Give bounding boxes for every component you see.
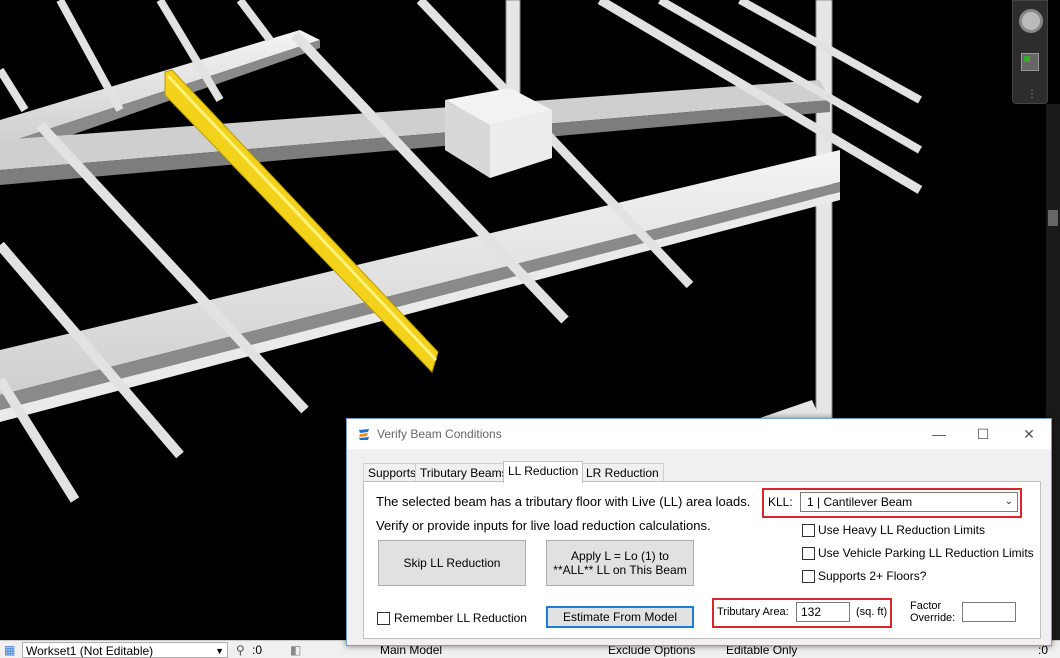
more-options-icon[interactable]: ⋮ xyxy=(1027,90,1037,100)
intro-line-2: Verify or provide inputs for live load r… xyxy=(376,518,711,533)
remember-ll-label: Remember LL Reduction xyxy=(394,611,527,625)
supports-floors-checkbox[interactable] xyxy=(802,570,815,583)
skip-ll-reduction-button[interactable]: Skip LL Reduction xyxy=(378,540,526,586)
override-label: Override: xyxy=(910,612,956,624)
apply-ll-button[interactable]: Apply L = Lo (1) to **ALL** LL on This B… xyxy=(546,540,694,586)
minimize-button[interactable]: — xyxy=(925,423,953,445)
workset-dropdown[interactable]: Workset1 (Not Editable) ▼ xyxy=(22,642,228,658)
scrollbar-thumb[interactable] xyxy=(1048,210,1058,226)
ll-reduction-panel: The selected beam has a tributary floor … xyxy=(363,481,1041,639)
vehicle-parking-checkbox[interactable] xyxy=(802,547,815,560)
workset-value: Workset1 (Not Editable) xyxy=(26,644,154,658)
verify-beam-conditions-dialog: Verify Beam Conditions — ☐ ✕ Supports Tr… xyxy=(346,418,1052,646)
remember-ll-checkbox[interactable] xyxy=(377,612,390,625)
close-button[interactable]: ✕ xyxy=(1015,423,1043,445)
workset-count: :0 xyxy=(252,643,263,657)
tributary-area-input[interactable]: 132 xyxy=(796,602,850,622)
worksets-icon[interactable]: ▦ xyxy=(4,642,15,658)
cube-icon[interactable]: ◧ xyxy=(290,642,301,658)
view-cube-icon[interactable] xyxy=(1021,53,1039,71)
steering-wheel-icon[interactable] xyxy=(1019,9,1043,33)
kll-select[interactable]: 1 | Cantilever Beam ⌄ xyxy=(800,492,1018,512)
vehicle-parking-label: Use Vehicle Parking LL Reduction Limits xyxy=(818,546,1034,560)
tab-ll-reduction[interactable]: LL Reduction xyxy=(503,461,584,483)
kll-select-value: 1 | Cantilever Beam xyxy=(807,495,913,509)
tab-lr-reduction[interactable]: LR Reduction xyxy=(581,463,664,482)
tab-supports[interactable]: Supports xyxy=(363,463,422,482)
estimate-from-model-button[interactable]: Estimate From Model xyxy=(546,606,694,628)
navigation-bar[interactable]: ⋮ xyxy=(1012,0,1048,104)
tab-tributary-beams[interactable]: Tributary Beams xyxy=(415,463,513,482)
dialog-title: Verify Beam Conditions xyxy=(377,427,502,441)
dialog-titlebar[interactable]: Verify Beam Conditions — ☐ ✕ xyxy=(347,419,1051,449)
maximize-button[interactable]: ☐ xyxy=(969,423,997,445)
tributary-area-label: Tributary Area: xyxy=(717,606,789,618)
chevron-down-icon: ⌄ xyxy=(1004,496,1013,507)
heavy-ll-checkbox[interactable] xyxy=(802,524,815,537)
kll-label: KLL: xyxy=(768,495,793,509)
supports-floors-label: Supports 2+ Floors? xyxy=(818,569,927,583)
heavy-ll-label: Use Heavy LL Reduction Limits xyxy=(818,523,985,537)
factor-override-input[interactable] xyxy=(962,602,1016,622)
tributary-area-unit: (sq. ft) xyxy=(856,606,888,618)
chevron-down-icon: ▼ xyxy=(215,646,224,656)
app-logo-icon xyxy=(359,429,369,440)
design-options-icon[interactable]: ⚲ xyxy=(236,642,245,658)
intro-line-1: The selected beam has a tributary floor … xyxy=(376,494,751,509)
factor-label: Factor xyxy=(910,600,942,612)
